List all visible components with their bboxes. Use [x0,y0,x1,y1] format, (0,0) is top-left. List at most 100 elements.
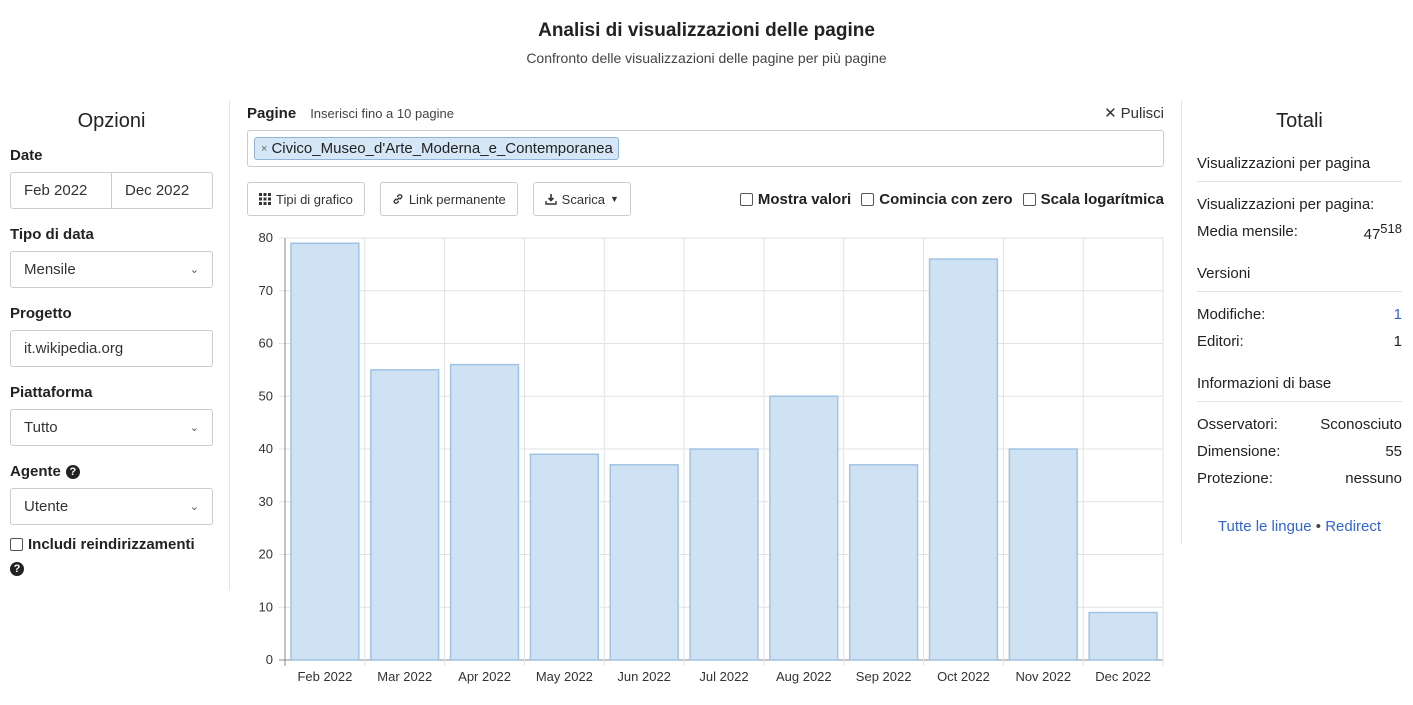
bar [1008,448,1078,661]
options-title: Opzioni [77,110,146,132]
divider [1181,100,1182,545]
editors-row: Editori: 1 [1197,328,1402,355]
chart-options: Mostra valori Comincia con zero Scala lo… [739,190,1164,208]
agent-label-row: Agente ? [10,463,213,480]
remove-tag-icon[interactable]: × [261,143,267,155]
date-end-input[interactable]: Dec 2022 [112,172,213,209]
views-row: Visualizzazioni per pagina: [1197,191,1402,218]
bar [609,464,679,661]
help-icon[interactable]: ? [10,562,24,576]
project-label: Progetto [10,305,72,322]
pages-label: Pagine [247,105,297,122]
bar [370,369,440,661]
pages-header: Pagine Inserisci fino a 10 pagine ✕ Puli… [247,104,1164,123]
project-input[interactable]: it.wikipedia.org [10,330,213,367]
x-tick-label: Dec 2022 [1095,669,1151,684]
begin-zero-option[interactable]: Comincia con zero [861,191,1013,208]
monthly-row: Media mensile: 47518 [1197,218,1402,245]
x-tick-label: Mar 2022 [377,669,432,684]
x-tick-label: Jul 2022 [699,669,748,684]
info-section-title: Informazioni di base [1197,375,1402,402]
log-scale-checkbox[interactable] [1022,192,1036,206]
redirects-checkbox[interactable] [10,538,23,551]
x-tick-label: Jun 2022 [617,669,671,684]
agent-label: Agente [10,463,61,480]
platform-value: Tutto [24,419,58,436]
x-tick-label: Feb 2022 [297,669,352,684]
page-tag-label: Civico_Museo_d'Arte_Moderna_e_Contempora… [271,140,613,157]
platform-select[interactable]: Tutto ⌄ [10,409,213,446]
bar [1088,611,1158,661]
edits-link[interactable]: 1 [1394,306,1402,323]
date-label: Date [10,147,43,164]
page-header: Analisi di visualizzazioni delle pagine … [0,20,1413,66]
date-type-value: Mensile [24,261,76,278]
x-tick-label: Apr 2022 [458,669,511,684]
pages-label-group: Pagine Inserisci fino a 10 pagine [247,105,454,122]
date-start-input[interactable]: Feb 2022 [10,172,112,209]
grid-icon [259,193,271,205]
log-scale-label: Scala logarítmica [1040,190,1164,208]
y-tick-label: 50 [259,388,273,403]
watchers-label: Osservatori: [1197,416,1278,433]
page-tag[interactable]: × Civico_Museo_d'Arte_Moderna_e_Contempo… [254,137,619,160]
show-values-label: Mostra valori [757,190,852,208]
editors-label: Editori: [1197,333,1244,350]
size-label: Dimensione: [1197,443,1281,460]
options-panel: Opzioni Date Feb 2022 Dec 2022 Tipo di d… [10,110,213,577]
redirect-link[interactable]: Redirect [1325,518,1381,535]
page-subtitle: Confronto delle visualizzazioni delle pa… [526,50,887,66]
chart-types-label: Tipi di grafico [276,191,353,207]
protection-value: nessuno [1345,470,1402,487]
clear-button[interactable]: ✕ Pulisci [1104,104,1164,123]
x-tick-label: Aug 2022 [776,669,832,684]
bar [689,448,759,661]
protection-label: Protezione: [1197,470,1273,487]
log-scale-option[interactable]: Scala logarítmica [1022,190,1164,208]
protection-row: Protezione: nessuno [1197,465,1402,492]
show-values-option[interactable]: Mostra valori [739,190,852,208]
download-button[interactable]: Scarica ▼ [532,182,631,216]
monthly-label: Media mensile: [1197,223,1298,240]
x-tick-label: May 2022 [536,669,593,684]
bar [449,363,520,661]
redirects-help: ? [10,559,213,577]
pages-input[interactable]: × Civico_Museo_d'Arte_Moderna_e_Contempo… [247,130,1164,167]
redirects-option[interactable]: Includi reindirizzamenti [10,536,213,553]
chevron-down-icon: ⌄ [189,264,199,276]
permalink-button[interactable]: Link permanente [379,182,518,216]
agent-value: Utente [24,498,69,515]
begin-zero-checkbox[interactable] [861,192,875,206]
y-tick-label: 30 [259,494,273,509]
editors-value: 1 [1393,333,1402,350]
show-values-checkbox[interactable] [739,192,753,206]
date-range: Feb 2022 Dec 2022 [10,172,213,209]
size-value: 55 [1385,443,1402,460]
download-label: Scarica [561,191,606,207]
y-tick-label: 20 [259,547,273,562]
views-label: Visualizzazioni per pagina: [1197,196,1375,213]
y-tick-label: 10 [259,599,273,614]
edits-label: Modifiche: [1197,306,1266,323]
versions-section-title: Versioni [1197,265,1402,292]
main-panel: Pagine Inserisci fino a 10 pagine ✕ Puli… [247,104,1164,216]
totals-panel: Totali Visualizzazioni per pagina Visual… [1197,110,1402,535]
date-type-select[interactable]: Mensile ⌄ [10,251,213,288]
totals-title: Totali [1276,110,1323,132]
y-tick-label: 40 [259,441,273,456]
page-title: Analisi di visualizzazioni delle pagine [538,20,875,41]
all-languages-link[interactable]: Tutte le lingue [1218,518,1312,535]
chart-types-button[interactable]: Tipi di grafico [247,182,365,216]
help-icon[interactable]: ? [65,464,80,479]
download-icon [544,194,557,205]
x-tick-label: Oct 2022 [937,669,990,684]
bar [848,464,919,661]
agent-select[interactable]: Utente ⌄ [10,488,213,525]
bar [928,258,999,661]
bar [529,453,600,661]
permalink-label: Link permanente [408,191,506,207]
date-type-label: Tipo di data [10,226,94,243]
bar [769,395,839,661]
pages-hint: Inserisci fino a 10 pagine [310,106,454,121]
platform-label: Piattaforma [10,384,93,401]
